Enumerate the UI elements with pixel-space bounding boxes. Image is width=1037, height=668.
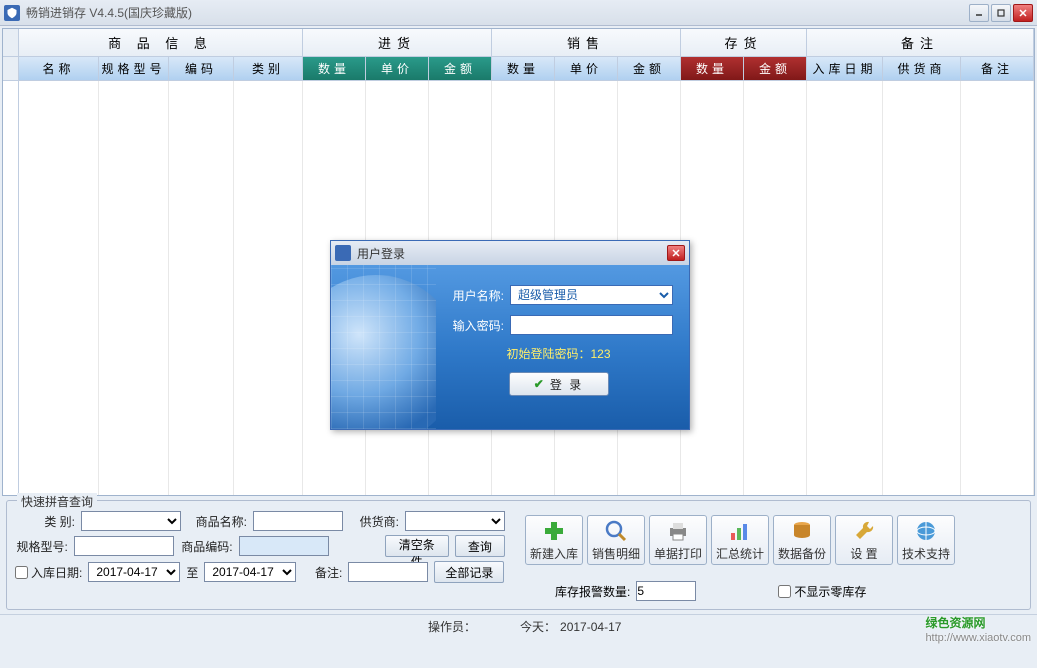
column-header[interactable]: 数量 (492, 57, 555, 81)
column-group: 存货 (681, 29, 807, 57)
support-button[interactable]: 技术支持 (897, 515, 955, 565)
password-label: 输入密码: (444, 317, 504, 334)
magnifier-icon (602, 519, 630, 543)
code-label: 商品编码: (180, 538, 233, 555)
code-input[interactable] (239, 536, 329, 556)
settings-button[interactable]: 设 置 (835, 515, 893, 565)
today-label: 今天： (520, 618, 556, 635)
remark-label: 备注: (302, 564, 342, 581)
search-button[interactable]: 查询 (455, 535, 505, 557)
column-header[interactable]: 数量 (681, 57, 744, 81)
date-from-select[interactable]: 2017-04-17 (88, 562, 180, 582)
column-header[interactable]: 金额 (618, 57, 681, 81)
supplier-label: 供货商: (349, 513, 399, 530)
new-stock-button[interactable]: 新建入库 (525, 515, 583, 565)
column-header[interactable]: 金额 (744, 57, 807, 81)
alert-label: 库存报警数量: (555, 583, 630, 600)
column-group: 进货 (303, 29, 492, 57)
window-titlebar: 畅销进销存 V4.4.5(国庆珍藏版) (0, 0, 1037, 26)
all-records-button[interactable]: 全部记录 (434, 561, 504, 583)
printer-icon (664, 519, 692, 543)
column-header[interactable]: 数量 (303, 57, 366, 81)
maximize-button[interactable] (991, 4, 1011, 22)
column-group: 销售 (492, 29, 681, 57)
password-hint: 初始登陆密码：123 (444, 345, 673, 362)
dialog-app-icon (335, 245, 351, 261)
category-label: 类 别: (15, 513, 75, 530)
column-header[interactable]: 单价 (555, 57, 618, 81)
sales-detail-button[interactable]: 销售明细 (587, 515, 645, 565)
category-select[interactable] (81, 511, 181, 531)
alert-input[interactable] (636, 581, 696, 601)
operator-label: 操作员： (428, 618, 476, 635)
hide-zero-checkbox[interactable] (778, 585, 791, 598)
clear-button[interactable]: 清空条件 (385, 535, 449, 557)
column-header[interactable]: 编码 (169, 57, 234, 81)
database-icon (788, 519, 816, 543)
password-input[interactable] (510, 315, 673, 335)
dialog-title: 用户登录 (357, 245, 667, 262)
column-header[interactable]: 类别 (234, 57, 303, 81)
plus-icon (540, 519, 568, 543)
query-legend: 快速拼音查询 (17, 493, 97, 510)
hide-zero-label: 不显示零库存 (794, 583, 866, 600)
name-input[interactable] (253, 511, 343, 531)
column-header[interactable]: 金额 (429, 57, 492, 81)
supplier-select[interactable] (405, 511, 505, 531)
globe-illustration (331, 265, 436, 429)
print-button[interactable]: 单据打印 (649, 515, 707, 565)
watermark: 绿色资源网 http://www.xiaotv.com (925, 611, 1031, 644)
column-header[interactable]: 备注 (961, 57, 1034, 81)
column-header[interactable]: 规格型号 (99, 57, 169, 81)
login-button[interactable]: ✔ 登 录 (509, 372, 609, 396)
username-select[interactable]: 超级管理员 (510, 285, 673, 305)
window-title: 畅销进销存 V4.4.5(国庆珍藏版) (26, 4, 969, 21)
column-header[interactable]: 单价 (366, 57, 429, 81)
indate-label: 入库日期: (31, 564, 82, 581)
dialog-close-button[interactable] (667, 245, 685, 261)
spec-label: 规格型号: (15, 538, 68, 555)
spec-input[interactable] (74, 536, 174, 556)
minimize-button[interactable] (969, 4, 989, 22)
remark-input[interactable] (348, 562, 428, 582)
column-group: 备注 (807, 29, 1034, 57)
today-value: 2017-04-17 (560, 620, 621, 634)
username-label: 用户名称: (444, 287, 504, 304)
date-to-label: 至 (186, 564, 198, 581)
column-group: 商 品 信 息 (19, 29, 303, 57)
indate-checkbox[interactable] (15, 566, 28, 579)
close-button[interactable] (1013, 4, 1033, 22)
login-dialog: 用户登录 用户名称: 超级管理员 输入密码: 初始登陆密码：123 ✔ 登 录 (330, 240, 690, 430)
date-to-select[interactable]: 2017-04-17 (204, 562, 296, 582)
column-header[interactable]: 名称 (19, 57, 99, 81)
name-label: 商品名称: (187, 513, 247, 530)
stats-button[interactable]: 汇总统计 (711, 515, 769, 565)
globe-icon (912, 519, 940, 543)
column-header[interactable]: 入库日期 (807, 57, 883, 81)
query-panel: 快速拼音查询 类 别: 商品名称: 供货商: 规格型号: 商品编码: 清空条件 … (6, 500, 1031, 610)
wrench-icon (850, 519, 878, 543)
check-icon: ✔ (534, 377, 546, 391)
column-header[interactable]: 供货商 (883, 57, 961, 81)
chart-icon (726, 519, 754, 543)
backup-button[interactable]: 数据备份 (773, 515, 831, 565)
app-icon (4, 5, 20, 21)
status-bar: 操作员： 今天： 2017-04-17 (0, 614, 1037, 638)
